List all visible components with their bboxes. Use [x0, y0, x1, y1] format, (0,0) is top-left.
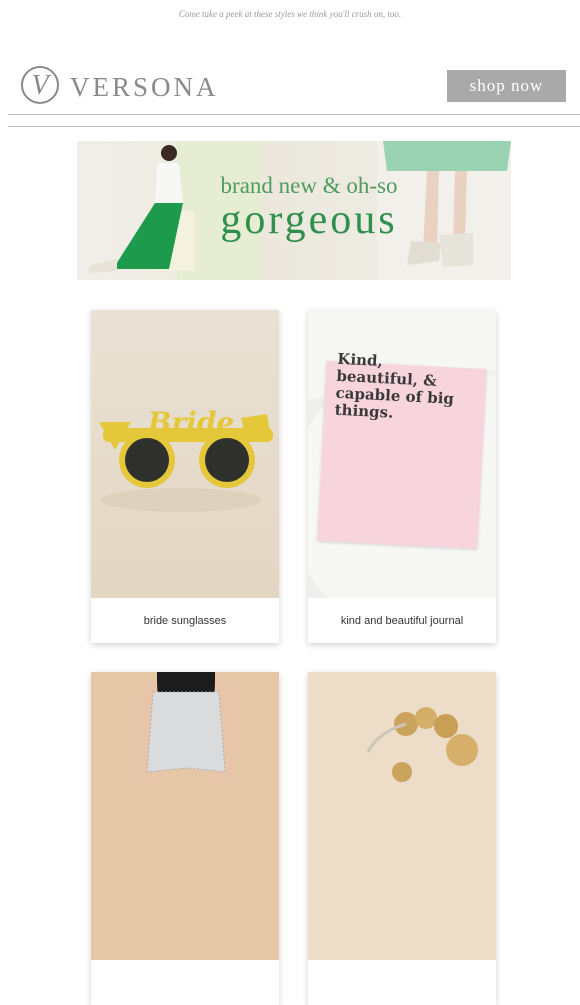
product-card[interactable]: Bride bride sunglasses: [91, 310, 279, 643]
divider-top: [8, 114, 580, 115]
product-image-sunglasses[interactable]: Bride: [91, 310, 279, 598]
preheader-text: Come take a peek at these styles we thin…: [178, 9, 402, 19]
product-image-shorts[interactable]: [91, 672, 279, 960]
logo-letter: V: [31, 70, 51, 101]
divider-bottom: [8, 126, 580, 127]
product-card[interactable]: [308, 672, 496, 1005]
product-label[interactable]: bride sunglasses: [91, 598, 279, 643]
product-label[interactable]: kind and beautiful journal: [308, 598, 496, 643]
hero-headline: gorgeous: [220, 197, 398, 243]
product-card[interactable]: [91, 672, 279, 1005]
product-image-journal[interactable]: Kind, beautiful, & capable of big things…: [308, 310, 496, 598]
hero-banner[interactable]: brand new & oh-so gorgeous: [77, 141, 511, 280]
header: V VERSONA shop now: [0, 62, 580, 110]
shop-now-button[interactable]: shop now: [447, 70, 566, 102]
brand-name[interactable]: VERSONA: [70, 72, 219, 103]
journal-cover-text: Kind, beautiful, & capable of big things…: [334, 349, 455, 422]
sunglasses-bride-text: Bride: [147, 406, 234, 439]
product-image-bracelet[interactable]: [308, 672, 496, 960]
versona-logo-icon[interactable]: V: [20, 65, 60, 105]
product-card[interactable]: Kind, beautiful, & capable of big things…: [308, 310, 496, 643]
